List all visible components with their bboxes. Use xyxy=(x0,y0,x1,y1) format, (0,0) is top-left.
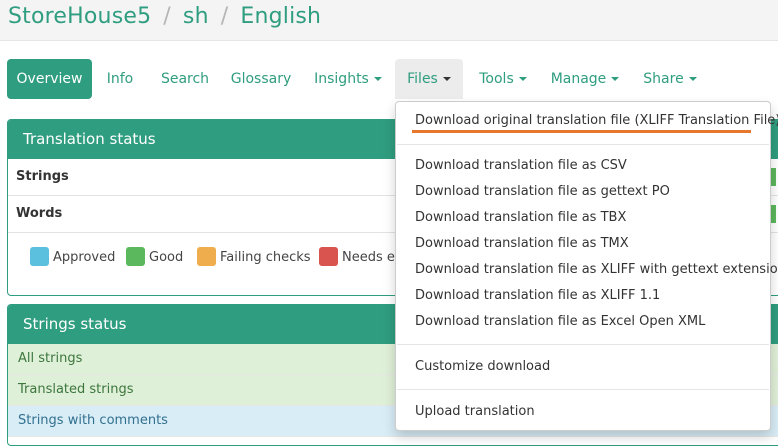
files-dropdown-menu: Download original translation file (XLIF… xyxy=(395,101,778,431)
legend-failing-checks: Failing checks xyxy=(197,247,311,269)
chevron-down-icon xyxy=(688,77,697,81)
menu-item-download-csv[interactable]: Download translation file as CSV xyxy=(415,156,627,176)
swatch-icon xyxy=(197,247,216,266)
tab-label: Files xyxy=(407,71,438,87)
legend-good: Good xyxy=(126,247,183,269)
tab-info[interactable]: Info xyxy=(97,59,143,99)
highlight-underline xyxy=(412,130,751,133)
tab-manage[interactable]: Manage xyxy=(549,59,621,99)
swatch-icon xyxy=(30,247,49,266)
menu-divider xyxy=(397,389,769,390)
nav-tabs: Overview Info Search Glossary Insights F… xyxy=(0,59,778,99)
row-label: All strings xyxy=(18,351,83,366)
row-label: Translated strings xyxy=(18,382,134,397)
menu-item-download-xlsx[interactable]: Download translation file as Excel Open … xyxy=(415,312,705,332)
breadcrumb: StoreHouse5 / sh / English xyxy=(8,4,321,29)
chevron-down-icon xyxy=(611,77,620,81)
breadcrumb-language[interactable]: English xyxy=(240,4,321,29)
tab-label: Overview xyxy=(16,71,83,87)
tab-label: Search xyxy=(160,71,210,87)
menu-item-download-tbx[interactable]: Download translation file as TBX xyxy=(415,208,626,228)
menu-divider xyxy=(397,344,769,345)
legend-label: Needs ed xyxy=(342,250,404,265)
tab-search[interactable]: Search xyxy=(156,59,214,99)
tab-overview[interactable]: Overview xyxy=(7,59,92,99)
chevron-down-icon xyxy=(442,77,451,81)
menu-item-download-tmx[interactable]: Download translation file as TMX xyxy=(415,234,629,254)
tab-tools[interactable]: Tools xyxy=(474,59,532,99)
breadcrumb-separator: / xyxy=(163,4,171,29)
legend-label: Approved xyxy=(53,250,116,265)
chevron-down-icon xyxy=(373,77,382,81)
tab-label: Manage xyxy=(550,71,607,87)
row-label: Strings with comments xyxy=(18,413,168,428)
swatch-icon xyxy=(126,247,145,266)
tab-insights[interactable]: Insights xyxy=(311,59,385,99)
row-label: Strings xyxy=(16,169,69,184)
legend-label: Failing checks xyxy=(220,250,311,265)
breadcrumb-project[interactable]: StoreHouse5 xyxy=(8,4,151,29)
tab-label: Share xyxy=(643,71,684,87)
legend-label: Good xyxy=(149,250,184,265)
menu-item-customize-download[interactable]: Customize download xyxy=(415,357,550,377)
chevron-down-icon xyxy=(518,77,527,81)
tab-label: Info xyxy=(106,71,134,87)
tab-label: Tools xyxy=(479,71,514,87)
top-bar: StoreHouse5 / sh / English xyxy=(0,0,778,41)
tab-share[interactable]: Share xyxy=(640,59,700,99)
menu-divider xyxy=(397,144,769,145)
menu-item-download-original[interactable]: Download original translation file (XLIF… xyxy=(415,111,778,131)
legend-approved: Approved xyxy=(30,247,115,269)
legend-needs-editing: Needs ed xyxy=(319,247,403,269)
menu-item-download-xliff-gettext[interactable]: Download translation file as XLIFF with … xyxy=(415,260,778,280)
tab-glossary[interactable]: Glossary xyxy=(228,59,294,99)
tab-label: Insights xyxy=(314,71,369,87)
menu-item-download-xliff11[interactable]: Download translation file as XLIFF 1.1 xyxy=(415,286,660,306)
tab-label: Glossary xyxy=(230,71,292,87)
menu-item-download-po[interactable]: Download translation file as gettext PO xyxy=(415,182,670,202)
breadcrumb-component[interactable]: sh xyxy=(183,4,209,29)
row-label: Words xyxy=(16,206,63,221)
menu-item-upload-translation[interactable]: Upload translation xyxy=(415,402,535,422)
breadcrumb-separator: / xyxy=(220,4,229,29)
tab-files[interactable]: Files xyxy=(395,59,463,99)
swatch-icon xyxy=(319,247,338,266)
